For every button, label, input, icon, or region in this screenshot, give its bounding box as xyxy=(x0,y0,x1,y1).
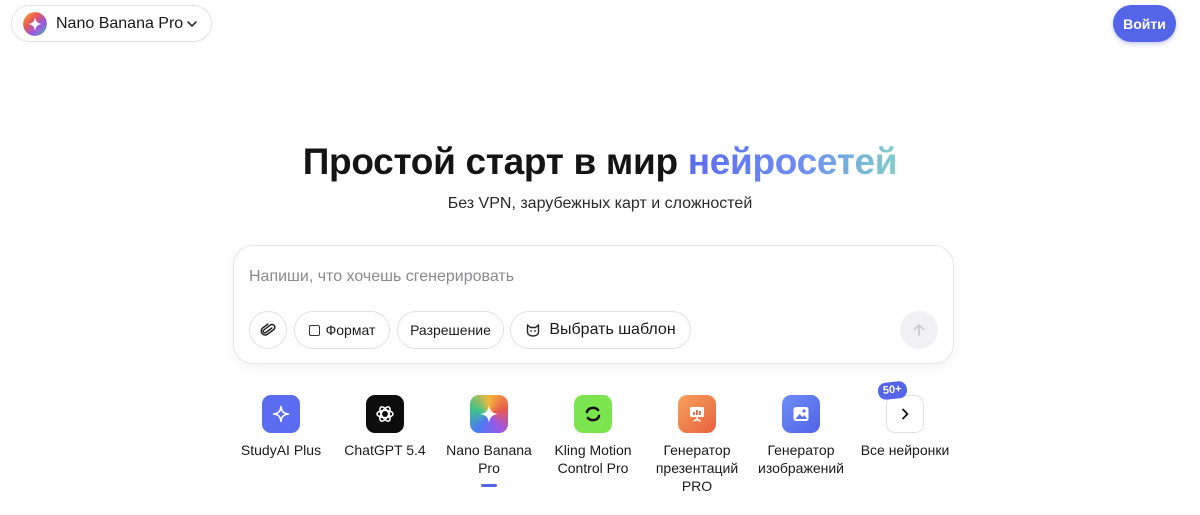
tool-nano-banana-pro[interactable]: Nano Banana Pro xyxy=(434,395,544,487)
tool-label: ChatGPT 5.4 xyxy=(344,442,426,458)
tool-label: Nano Banana Pro xyxy=(446,442,532,476)
presentation-icon xyxy=(690,407,704,422)
attach-button[interactable] xyxy=(249,311,287,349)
send-button[interactable] xyxy=(900,311,938,349)
tool-label: Генератор изображений xyxy=(758,442,844,476)
model-picker[interactable]: Nano Banana Pro xyxy=(11,5,212,42)
login-button[interactable]: Войти xyxy=(1113,5,1176,42)
tool-all-models[interactable]: Все нейронки xyxy=(850,395,960,459)
page-title: Простой старт в мир нейросетей xyxy=(0,141,1200,183)
chevron-down-icon xyxy=(187,20,197,27)
tool-presentation-generator[interactable]: Генератор презентаций PRO xyxy=(642,395,752,495)
format-button[interactable]: Формат xyxy=(294,311,390,349)
tool-label: Все нейронки xyxy=(860,442,950,458)
openai-icon xyxy=(376,406,394,422)
title-accent: нейросетей xyxy=(687,141,898,182)
tool-tile xyxy=(366,395,404,433)
prompt-box: Формат Разрешение Выбрать шаблон xyxy=(233,245,954,364)
tool-label: Генератор презентаций PRO xyxy=(655,442,739,494)
kling-icon xyxy=(585,406,601,422)
title-main: Простой старт в мир xyxy=(302,141,688,182)
tool-label: StudyAI Plus xyxy=(240,442,322,458)
chevron-right-icon xyxy=(902,408,909,420)
page-subtitle: Без VPN, зарубежных карт и сложностей xyxy=(447,195,753,212)
prompt-input[interactable] xyxy=(249,264,849,290)
resolution-label: Разрешение xyxy=(410,322,491,338)
paperclip-icon xyxy=(260,323,276,336)
resolution-button[interactable]: Разрешение xyxy=(397,311,504,349)
tool-image-generator[interactable]: Генератор изображений xyxy=(746,395,856,477)
template-button[interactable]: Выбрать шаблон xyxy=(510,311,691,349)
selected-indicator xyxy=(481,484,497,487)
tool-tile xyxy=(782,395,820,433)
tool-studyai-plus[interactable]: StudyAI Plus xyxy=(226,395,336,459)
tool-kling-motion[interactable]: Kling Motion Control Pro xyxy=(538,395,648,477)
image-icon xyxy=(793,407,809,421)
tool-tile xyxy=(678,395,716,433)
square-icon xyxy=(308,324,320,336)
tool-tile xyxy=(574,395,612,433)
gemini-sparkle-icon xyxy=(480,405,498,423)
nano-banana-logo-icon xyxy=(23,11,47,36)
arrow-up-icon xyxy=(913,324,925,336)
sparkle-icon xyxy=(272,405,290,423)
model-name: Nano Banana Pro xyxy=(56,14,184,32)
tool-tile xyxy=(262,395,300,433)
tool-label: Kling Motion Control Pro xyxy=(554,442,632,476)
tool-chatgpt[interactable]: ChatGPT 5.4 xyxy=(330,395,440,459)
tool-tile xyxy=(470,395,508,433)
format-label: Формат xyxy=(325,322,376,338)
template-label: Выбрать шаблон xyxy=(549,321,676,338)
tool-tile xyxy=(886,395,924,433)
cat-face-icon xyxy=(527,324,540,337)
